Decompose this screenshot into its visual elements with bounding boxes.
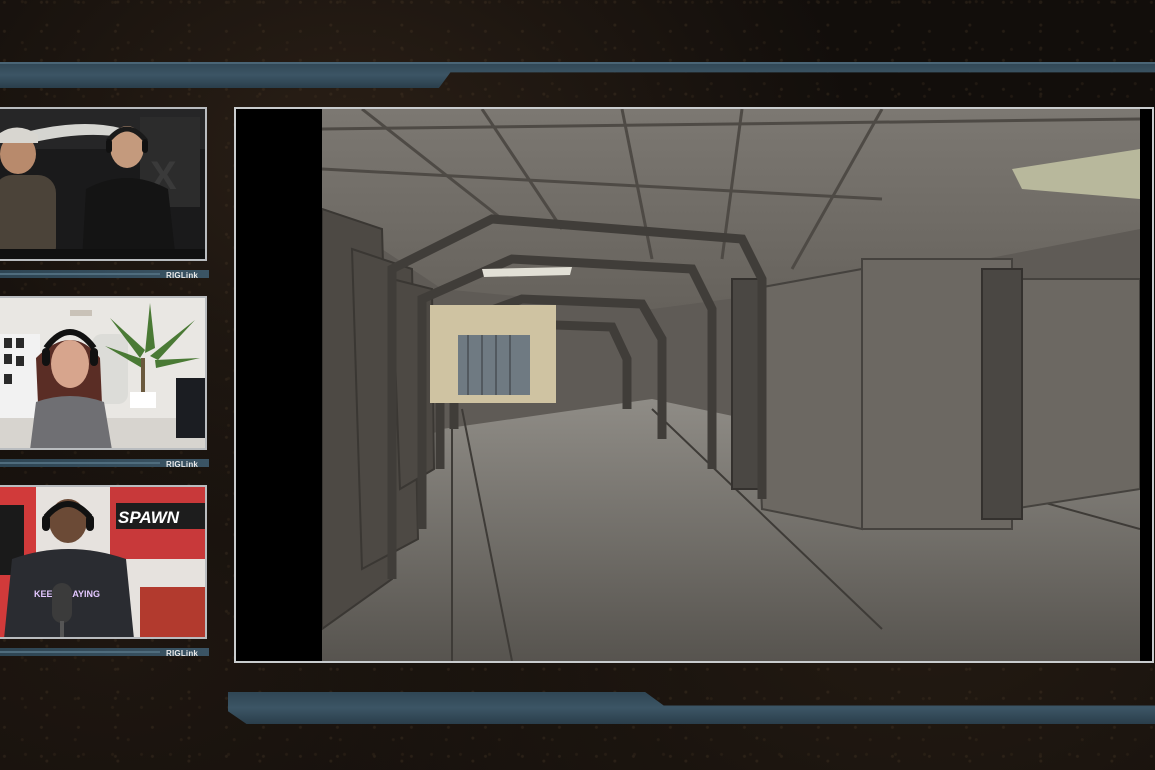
webcam-panel-1: X xyxy=(0,107,207,261)
spawn-sign-text: SPAWN xyxy=(118,508,180,527)
webcam-video-3: SPAWN KEEP PLAYING xyxy=(0,487,205,637)
game-view-frame xyxy=(234,107,1154,663)
game-corridor-scene xyxy=(322,109,1140,661)
webcam-3-label: RIGLink xyxy=(166,649,199,658)
webcam-panel-3: SPAWN KEEP PLAYING xyxy=(0,485,207,639)
webcam-video-1: X xyxy=(0,109,205,259)
webcam-2-label: RIGLink xyxy=(166,460,199,469)
webcam-panel-2 xyxy=(0,296,207,450)
bottom-decorative-bar xyxy=(228,692,1155,724)
top-decorative-bar xyxy=(0,62,1155,88)
webcam-video-2 xyxy=(0,298,205,448)
webcam-1-label: RIGLink xyxy=(166,271,199,280)
